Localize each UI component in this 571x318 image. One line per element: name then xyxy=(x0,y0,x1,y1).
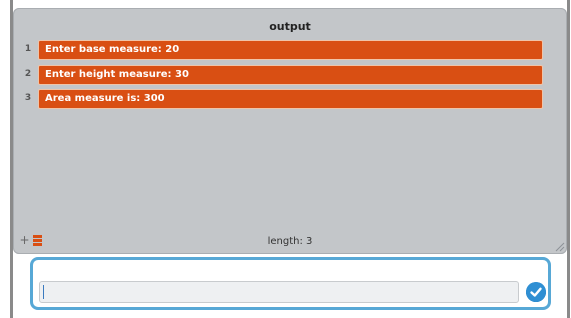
list-item-index: 2 xyxy=(24,69,32,79)
list-title: output xyxy=(269,20,311,33)
list-item-value[interactable]: Enter height measure: 30 xyxy=(38,65,543,85)
input-container xyxy=(30,257,551,310)
list-item: 2 Enter height measure: 30 xyxy=(21,65,545,85)
output-list-panel: output 1 Enter base measure: 20 2 Enter … xyxy=(13,8,567,254)
list-item: 3 Area measure is: 300 xyxy=(21,89,545,109)
resize-grip-icon[interactable] xyxy=(553,240,565,252)
checkmark-icon[interactable] xyxy=(526,282,546,302)
list-item-value[interactable]: Enter base measure: 20 xyxy=(38,40,543,60)
right-frame-edge xyxy=(567,0,570,318)
text-caret xyxy=(43,285,44,299)
list-item-index: 1 xyxy=(24,44,32,54)
answer-input[interactable] xyxy=(39,281,519,303)
list-item-index: 3 xyxy=(24,93,32,103)
list-item: 1 Enter base measure: 20 xyxy=(21,40,545,60)
list-item-value[interactable]: Area measure is: 300 xyxy=(38,89,543,109)
list-length-label: length: 3 xyxy=(267,236,313,247)
